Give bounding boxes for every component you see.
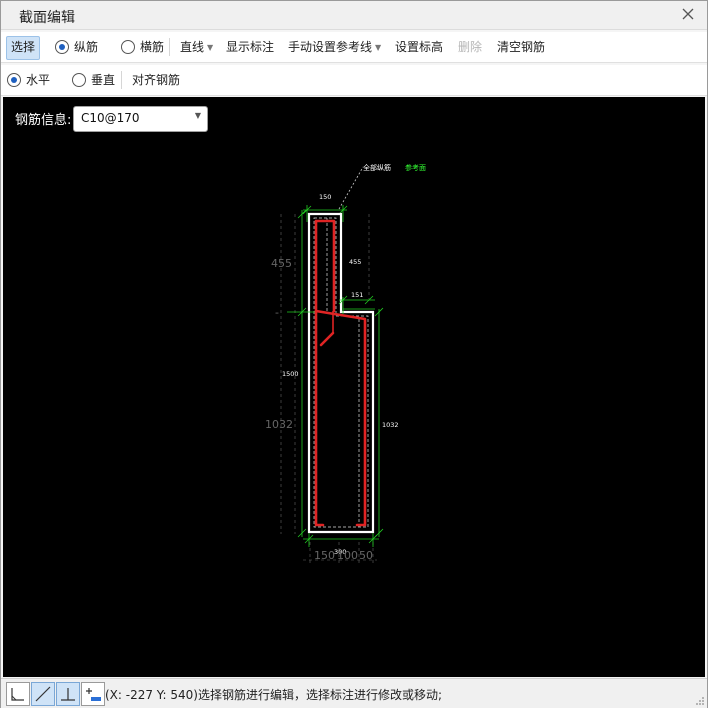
extension-lines — [280, 214, 377, 565]
section-edit-dialog: 截面编辑 选择 纵筋 横筋 直线 ▼ 显示标注 手动设置参考线 ▼ 设置标高 删除 … — [0, 0, 708, 708]
radio-checked-icon — [55, 40, 69, 54]
drawing-canvas[interactable]: 钢筋信息: C10@170 ▼ 全部纵筋 参考面 150 455 - 1032 … — [3, 97, 705, 677]
add-snap-icon — [86, 688, 101, 701]
bottom-dimension — [303, 533, 379, 547]
line-label: 直线 — [180, 40, 205, 54]
manual-reference-line-button[interactable]: 手动设置参考线 ▼ — [284, 36, 385, 58]
status-text: (X: -227 Y: 540)选择钢筋进行编辑，选择标注进行修改或移动; — [105, 688, 443, 702]
vertical-label: 垂直 — [91, 73, 116, 87]
line-dropdown-button[interactable]: 直线 ▼ — [176, 36, 217, 58]
dim-top-width[interactable]: 150 — [319, 193, 331, 201]
dim-left-total[interactable]: 1032 — [265, 418, 293, 431]
longitudinal-radio[interactable]: 纵筋 — [55, 37, 98, 57]
dim-mid-455[interactable]: 455 — [349, 258, 361, 266]
radio-unchecked-icon — [121, 40, 135, 54]
select-button[interactable]: 选择 — [6, 36, 41, 60]
oblique-mode-button[interactable] — [31, 682, 55, 706]
section-drawing: 全部纵筋 参考面 150 455 - 1032 1500 455 151 103… — [265, 163, 426, 565]
rebar-left[interactable] — [314, 219, 325, 527]
reference-plane-label[interactable]: 参考面 — [405, 163, 426, 172]
toolbar-divider — [169, 38, 170, 56]
clear-rebar-button[interactable]: 清空钢筋 — [493, 36, 549, 58]
diagonal-line-icon — [35, 686, 51, 702]
horizontal-label: 水平 — [26, 73, 51, 87]
dim-bottom-50[interactable]: 50 — [359, 549, 373, 562]
dim-left-pre[interactable]: - — [275, 306, 279, 319]
rebar-hook[interactable] — [319, 331, 335, 347]
perpendicular-icon — [61, 688, 75, 701]
snap-mode-button[interactable] — [81, 682, 105, 706]
secondary-toolbar: 水平 垂直 对齐钢筋 — [1, 65, 707, 96]
set-elevation-button[interactable]: 设置标高 — [391, 36, 447, 58]
dim-right-height[interactable]: 1032 — [382, 421, 399, 429]
dim-bottom-100[interactable]: 100 — [337, 549, 358, 562]
dim-notch-width[interactable]: 151 — [351, 291, 363, 299]
transverse-radio[interactable]: 横筋 — [121, 37, 164, 57]
toolbar-divider — [121, 71, 122, 89]
chevron-down-icon: ▼ — [207, 43, 214, 52]
main-toolbar: 选择 纵筋 横筋 直线 ▼ 显示标注 手动设置参考线 ▼ 设置标高 删除 清空钢筋 — [1, 32, 707, 63]
rebar-top[interactable] — [314, 219, 336, 313]
ortho-icon — [11, 688, 24, 701]
vertical-radio[interactable]: 垂直 — [72, 70, 115, 90]
dim-left-455[interactable]: 455 — [271, 257, 292, 270]
delete-button[interactable]: 删除 — [454, 36, 486, 58]
longitudinal-label: 纵筋 — [74, 40, 99, 54]
all-longitudinal-label[interactable]: 全部纵筋 — [363, 163, 391, 172]
align-rebar-button[interactable]: 对齐钢筋 — [128, 69, 184, 91]
status-bar: (X: -227 Y: 540)选择钢筋进行编辑，选择标注进行修改或移动; — [1, 678, 707, 708]
title-bar: 截面编辑 — [1, 1, 707, 30]
orthogonal-mode-button[interactable] — [6, 682, 30, 706]
dialog-title: 截面编辑 — [19, 10, 75, 26]
manual-ref-label: 手动设置参考线 — [288, 40, 373, 54]
radio-checked-icon — [7, 73, 21, 87]
leader-line — [338, 166, 364, 210]
horizontal-radio[interactable]: 水平 — [7, 70, 50, 90]
show-dimension-button[interactable]: 显示标注 — [222, 36, 278, 58]
section-outline[interactable] — [307, 212, 375, 534]
close-icon[interactable] — [679, 5, 697, 23]
perpendicular-mode-button[interactable] — [56, 682, 80, 706]
radio-unchecked-icon — [72, 73, 86, 87]
resize-grip-icon[interactable] — [695, 696, 705, 706]
dim-left-1500[interactable]: 1500 — [282, 370, 299, 378]
dim-bottom-150[interactable]: 150 — [314, 549, 335, 562]
transverse-label: 横筋 — [140, 40, 165, 54]
chevron-down-icon: ▼ — [375, 43, 382, 52]
